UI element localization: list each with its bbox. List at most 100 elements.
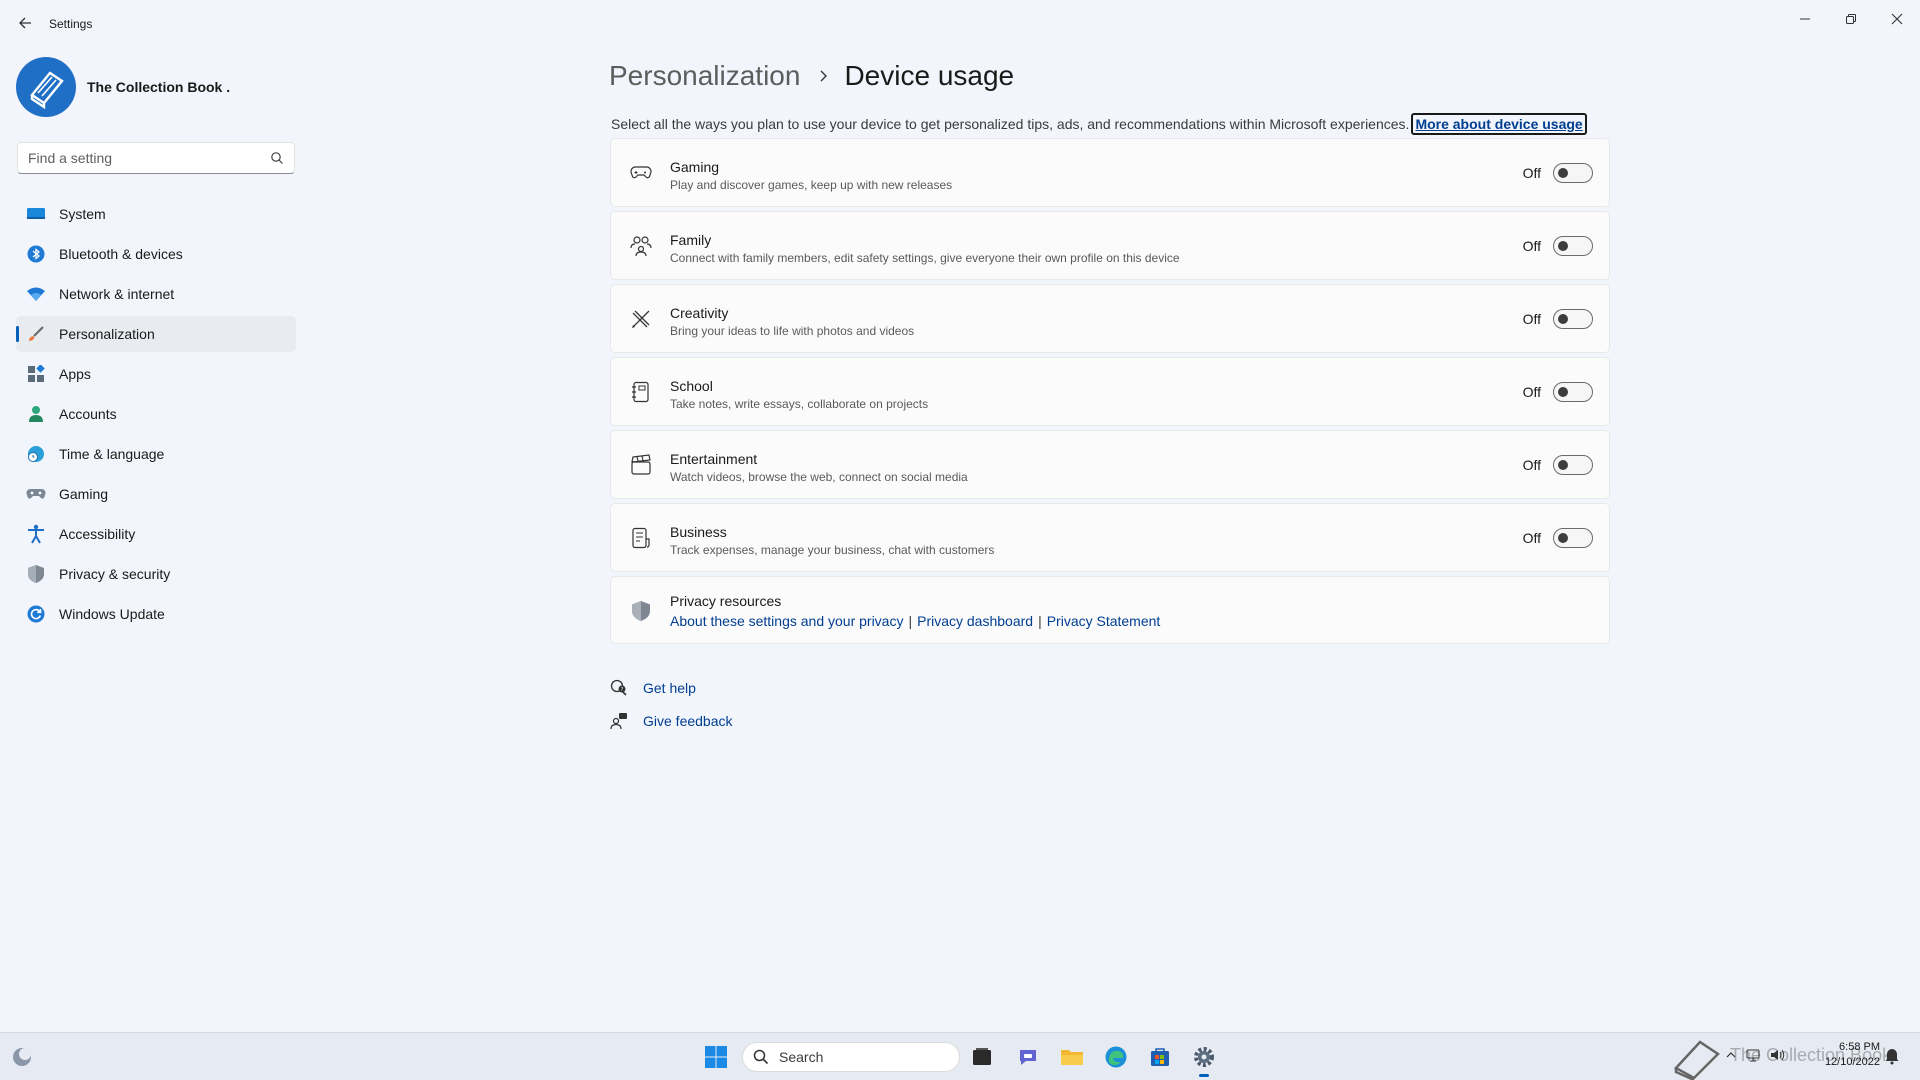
toggle-knob — [1558, 241, 1568, 251]
shield-icon — [629, 599, 653, 623]
clock[interactable]: 6:58 PM 12/10/2022 — [1812, 1040, 1880, 1070]
notebook-icon — [629, 380, 653, 404]
card-text: Family Connect with family members, edit… — [670, 232, 1180, 265]
card-title: Business — [670, 524, 727, 540]
notification-bell-icon[interactable] — [1884, 1047, 1900, 1065]
card-description: Watch videos, browse the web, connect on… — [670, 470, 968, 484]
user-profile[interactable]: The Collection Book . — [16, 56, 230, 118]
chat-icon — [1020, 1050, 1036, 1065]
card-text: Privacy resources About these settings a… — [670, 593, 1160, 629]
file-explorer-button[interactable] — [1058, 1043, 1086, 1071]
task-view-button[interactable] — [968, 1043, 996, 1071]
sidebar-item-label: Personalization — [59, 326, 155, 342]
taskbar-search[interactable]: Search — [742, 1042, 960, 1072]
more-about-device-usage-link[interactable]: More about device usage — [1411, 113, 1587, 135]
sidebar-nav: System Bluetooth & devices Network & int… — [16, 196, 296, 636]
give-feedback-link[interactable]: Give feedback — [643, 713, 733, 729]
get-help-link[interactable]: Get help — [643, 680, 696, 696]
sidebar-item-accessibility[interactable]: Accessibility — [16, 516, 296, 552]
pen-ruler-icon — [629, 307, 653, 331]
close-button[interactable] — [1874, 4, 1920, 34]
card-description: Track expenses, manage your business, ch… — [670, 543, 995, 557]
gear-icon — [1194, 1047, 1214, 1067]
sidebar-item-gaming[interactable]: Gaming — [16, 476, 296, 512]
network-icon[interactable] — [1745, 1047, 1761, 1063]
find-setting-box[interactable] — [17, 142, 295, 174]
edge-icon — [1105, 1046, 1127, 1068]
get-help-row[interactable]: ? Get help — [609, 677, 733, 699]
school-toggle[interactable] — [1553, 382, 1593, 402]
help-section: ? Get help Give feedback — [609, 677, 733, 743]
family-toggle[interactable] — [1553, 236, 1593, 256]
card-description: Take notes, write essays, collaborate on… — [670, 397, 929, 411]
sidebar-item-time-language[interactable]: Time & language — [16, 436, 296, 472]
privacy-statement-link[interactable]: Privacy Statement — [1047, 613, 1161, 629]
search-icon — [753, 1049, 769, 1065]
breadcrumb-parent[interactable]: Personalization — [609, 60, 800, 92]
toggle-row: Off — [1523, 163, 1593, 183]
sidebar-item-apps[interactable]: Apps — [16, 356, 296, 392]
toggle-state-label: Off — [1522, 457, 1541, 473]
store-button[interactable] — [1146, 1043, 1174, 1071]
back-button[interactable] — [14, 12, 36, 34]
chevron-right-icon — [818, 69, 828, 83]
sidebar-item-windows-update[interactable]: Windows Update — [16, 596, 296, 632]
sidebar-item-label: Accessibility — [59, 526, 136, 542]
edge-browser-button[interactable] — [1102, 1043, 1130, 1071]
person-icon — [26, 404, 46, 424]
toggle-state-label: Off — [1522, 311, 1541, 327]
sidebar-item-accounts[interactable]: Accounts — [16, 396, 296, 432]
sidebar-item-network[interactable]: Network & internet — [16, 276, 296, 312]
sidebar-item-bluetooth[interactable]: Bluetooth & devices — [16, 236, 296, 272]
card-title: Entertainment — [670, 451, 758, 467]
toggle-row: Off — [1523, 528, 1593, 548]
business-toggle[interactable] — [1553, 528, 1593, 548]
apps-icon — [26, 364, 46, 384]
store-icon — [1151, 1048, 1169, 1066]
entertainment-toggle[interactable] — [1553, 455, 1593, 475]
sidebar-item-label: Time & language — [59, 446, 165, 462]
privacy-links: About these settings and your privacy | … — [670, 613, 1160, 629]
usage-card-gaming: Gaming Play and discover games, keep up … — [610, 138, 1610, 207]
volume-icon[interactable] — [1769, 1047, 1785, 1063]
gaming-toggle[interactable] — [1553, 163, 1593, 183]
toggle-row: Off — [1523, 382, 1593, 402]
search-input[interactable] — [28, 150, 258, 166]
minimize-button[interactable] — [1782, 4, 1828, 34]
sidebar-item-label: Accounts — [59, 406, 117, 422]
help-icon: ? — [609, 678, 629, 698]
receipt-icon — [629, 526, 653, 550]
start-button[interactable] — [704, 1045, 728, 1069]
creativity-toggle[interactable] — [1553, 309, 1593, 329]
card-text: Creativity Bring your ideas to life with… — [670, 305, 914, 338]
card-text: Business Track expenses, manage your bus… — [670, 524, 994, 557]
feedback-icon — [609, 711, 629, 731]
chevron-up-icon[interactable] — [1725, 1049, 1737, 1061]
give-feedback-row[interactable]: Give feedback — [609, 710, 733, 732]
card-description: Connect with family members, edit safety… — [670, 251, 1180, 265]
settings-taskbar-button[interactable] — [1190, 1043, 1218, 1077]
wifi-icon — [26, 284, 46, 304]
sidebar-item-privacy[interactable]: Privacy & security — [16, 556, 296, 592]
about-settings-privacy-link[interactable]: About these settings and your privacy — [670, 613, 903, 629]
usage-card-family: Family Connect with family members, edit… — [610, 211, 1610, 280]
update-icon — [26, 604, 46, 624]
teams-chat-button[interactable] — [1014, 1043, 1042, 1071]
card-description: Bring your ideas to life with photos and… — [670, 324, 915, 338]
weather-widget-icon[interactable] — [10, 1045, 34, 1069]
sidebar-item-system[interactable]: System — [16, 196, 296, 232]
restore-button[interactable] — [1828, 4, 1874, 34]
sidebar-item-label: Bluetooth & devices — [59, 246, 183, 262]
book-watermark-icon — [1670, 1034, 1724, 1080]
breadcrumb: Personalization Device usage — [609, 58, 1014, 94]
privacy-dashboard-link[interactable]: Privacy dashboard — [917, 613, 1033, 629]
separator: | — [1038, 613, 1042, 629]
restore-icon — [1846, 14, 1856, 24]
sidebar-item-label: System — [59, 206, 106, 222]
toggle-row: Off — [1523, 455, 1593, 475]
windows-logo-icon — [705, 1046, 727, 1068]
settings-window: Settings The Collection Book . Syste — [0, 0, 1920, 1032]
sidebar-item-personalization[interactable]: Personalization — [16, 316, 296, 352]
privacy-resources-card: Privacy resources About these settings a… — [610, 576, 1610, 644]
globe-clock-icon — [26, 444, 46, 464]
